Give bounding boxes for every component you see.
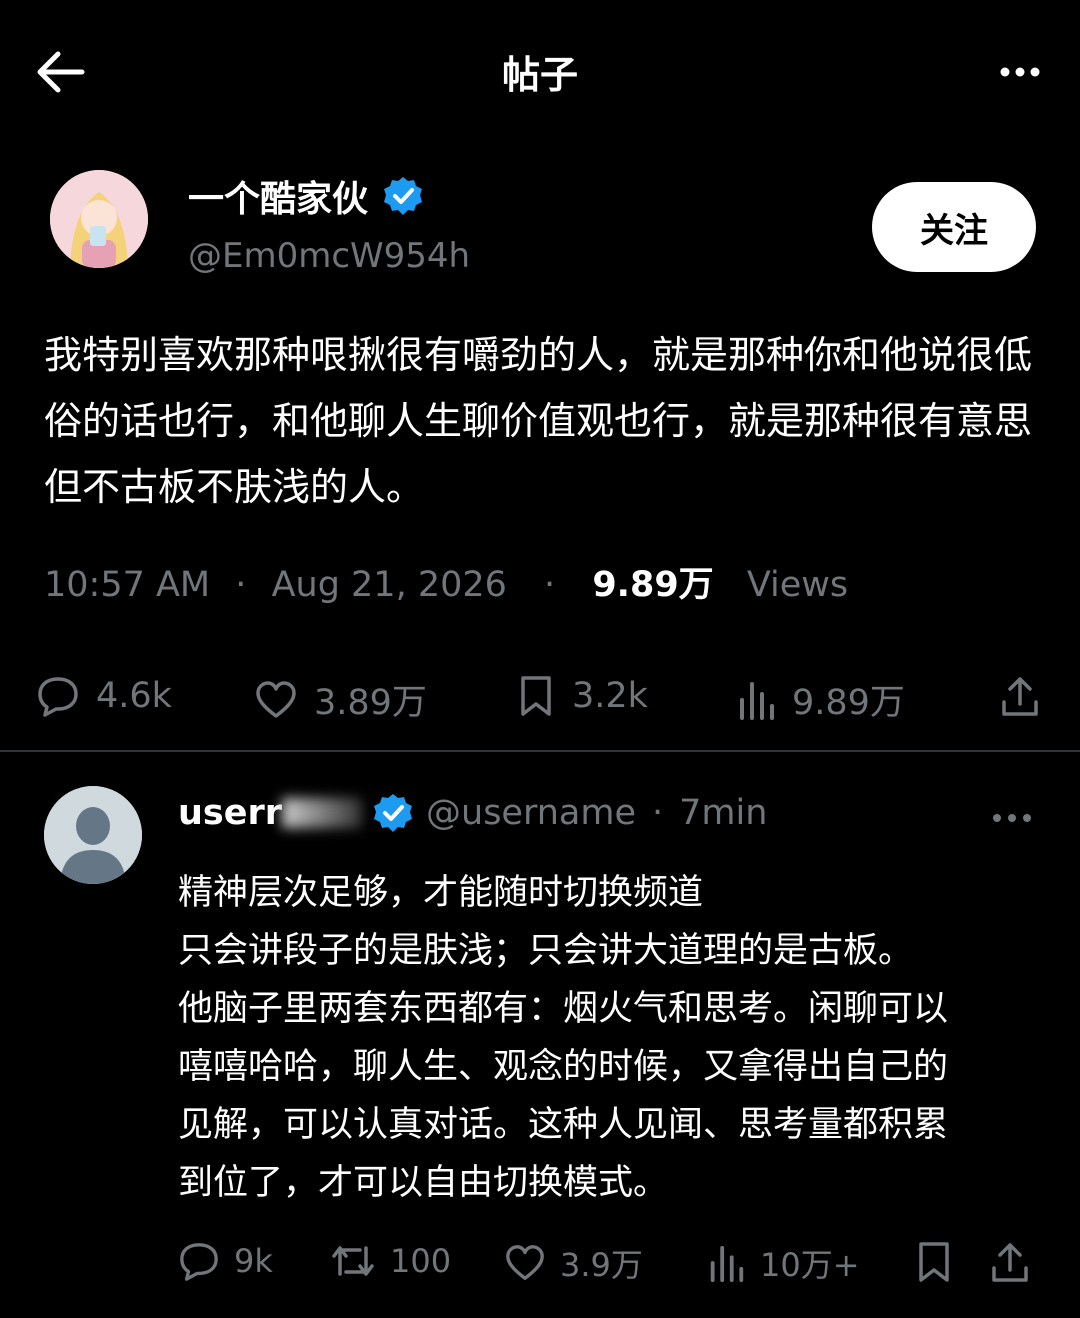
reply-views-count: 10万+ — [760, 1246, 860, 1284]
views-action[interactable]: 9.89万 — [736, 674, 905, 725]
bookmark-icon — [521, 676, 551, 716]
views-icon — [710, 1245, 744, 1283]
reply-share-action[interactable] — [988, 1240, 1048, 1284]
avatar-placeholder-icon — [44, 786, 142, 884]
reply-line: 见解，可以认真对话。这种人见闻、思考量都积累 — [178, 1105, 949, 1145]
author-avatar[interactable] — [50, 170, 148, 268]
share-action[interactable] — [998, 674, 1058, 718]
more-icon — [1000, 67, 1040, 77]
post-text: 我特别喜欢那种哏揪很有嚼劲的人，就是那种你和他说很低俗的话也行，和他聊人生聊价值… — [44, 333, 1033, 509]
follow-button[interactable]: 关注 — [872, 182, 1036, 272]
reply-icon — [180, 1243, 218, 1281]
reply-reply-count: 9k — [234, 1242, 273, 1280]
meta-separator: · — [544, 565, 556, 605]
more-icon — [993, 814, 1031, 822]
reply-icon — [38, 677, 78, 717]
redacted-name-blur — [282, 798, 363, 828]
bookmark-action[interactable]: 3.2k — [516, 674, 648, 718]
meta-separator: · — [652, 793, 664, 833]
views-count: 9.89万 — [592, 565, 714, 605]
reply-line: 到位了，才可以自由切换模式。 — [178, 1163, 669, 1203]
post-time: 10:57 AM — [44, 565, 211, 605]
reply-line: 嘻嘻哈哈，聊人生、观念的时候，又拿得出自己的 — [178, 1047, 949, 1087]
reply-avatar[interactable] — [44, 786, 142, 884]
like-action[interactable]: 3.89万 — [254, 674, 427, 725]
views-label: Views — [746, 565, 849, 605]
like-count: 3.89万 — [314, 683, 427, 723]
verified-badge-icon — [384, 177, 423, 215]
author-name-row[interactable]: 一个酷家伙 — [188, 170, 424, 222]
reply-time: 7min — [679, 793, 768, 833]
avatar-image — [50, 170, 148, 268]
reply-line: 只会讲段子的是肤浅；只会讲大道理的是古板。 — [178, 931, 914, 971]
like-icon — [256, 680, 296, 718]
reply-author-handle[interactable]: @username — [426, 793, 636, 833]
repost-count: 100 — [390, 1242, 452, 1280]
reply-views-action[interactable]: 10万+ — [706, 1240, 860, 1286]
post-meta: 10:57 AM · Aug 21, 2026 · 9.89万 Views — [44, 556, 848, 607]
author-name: 一个酷家伙 — [188, 179, 369, 220]
reply-count: 4.6k — [96, 676, 172, 716]
reply-line: 精神层次足够，才能随时切换频道 — [178, 873, 704, 913]
views-icon — [740, 681, 774, 720]
share-icon — [1002, 677, 1038, 716]
like-icon — [506, 1245, 544, 1280]
share-icon — [992, 1243, 1028, 1282]
reply-author-name[interactable]: userr — [178, 793, 282, 833]
repost-icon — [332, 1246, 374, 1276]
views-action-count: 9.89万 — [792, 683, 905, 723]
bookmark-count: 3.2k — [572, 676, 648, 716]
repost-action[interactable]: 100 — [330, 1240, 451, 1282]
reply-like-count: 3.9万 — [560, 1246, 643, 1284]
post-date: Aug 21, 2026 — [271, 565, 507, 605]
reply-action[interactable]: 4.6k — [36, 674, 172, 718]
reply-bookmark-action[interactable] — [914, 1240, 970, 1284]
reply-like-action[interactable]: 3.9万 — [504, 1240, 643, 1286]
reply-line: 他脑子里两套东西都有：烟火气和思考。闲聊可以 — [178, 989, 949, 1029]
author-handle[interactable]: @Em0mcW954h — [188, 236, 470, 276]
reply-reply-action[interactable]: 9k — [178, 1240, 273, 1282]
more-options-button[interactable] — [1000, 58, 1040, 86]
reply-header: userr @username · 7min — [178, 792, 767, 834]
page-title: 帖子 — [501, 53, 578, 97]
meta-separator: · — [235, 565, 247, 605]
reply-more-button[interactable] — [992, 806, 1032, 830]
bookmark-icon — [919, 1242, 949, 1282]
verified-badge-icon — [374, 794, 413, 832]
divider — [0, 750, 1080, 752]
reply-text: 精神层次足够，才能随时切换频道 只会讲段子的是肤浅；只会讲大道理的是古板。 他脑… — [178, 864, 1038, 1212]
